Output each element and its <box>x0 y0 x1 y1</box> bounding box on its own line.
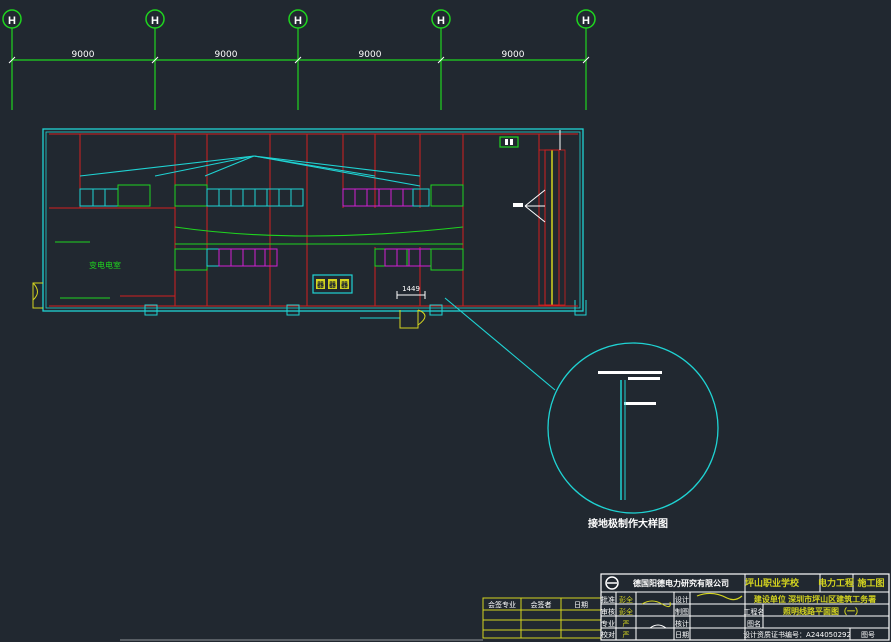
panel-green <box>174 248 208 271</box>
approval-header: 会签专业 <box>488 600 516 609</box>
detail-circle <box>547 342 719 514</box>
axis-label: H <box>437 15 445 27</box>
panel-magenta <box>218 248 278 267</box>
cabinet-label: 器 <box>328 280 337 289</box>
detail-caption: 接地极制作大样图 <box>588 517 668 530</box>
role-label: 专业 <box>601 619 615 628</box>
panel-green <box>374 248 408 267</box>
axis-label: H <box>151 15 159 27</box>
role-label: 批准 <box>601 595 615 604</box>
role-label: 审核 <box>601 607 615 616</box>
lighting-feeders <box>79 155 421 187</box>
dimension-text: 9000 <box>359 50 382 60</box>
signer-name: 严 <box>623 631 630 639</box>
panel-cyan <box>79 188 119 207</box>
cabinet-group: 器 器 器 <box>312 274 353 294</box>
fixture-column <box>499 130 566 306</box>
panel-green <box>430 184 464 207</box>
axis-label: H <box>8 15 16 27</box>
dimension-text: 9000 <box>72 50 95 60</box>
dimension-text: 9000 <box>215 50 238 60</box>
panel-green <box>117 184 151 207</box>
company-name: 德国阳德电力研究有限公司 <box>633 578 729 588</box>
figure-number-label: 图号 <box>861 631 875 639</box>
signature-mark <box>696 592 743 601</box>
approval-header: 会签者 <box>531 600 552 609</box>
cabinet-label: 器 <box>340 280 349 289</box>
dimension-text: 9000 <box>502 50 525 60</box>
cad-drawing-canvas: H H H H H 9000 9000 9000 9000 器 器 器 变电电室… <box>0 0 891 642</box>
signer-name: 彭全 <box>619 607 633 616</box>
discipline: 电力工程 <box>818 577 854 588</box>
design-role: 日期 <box>675 631 689 639</box>
cabinet-label: 器 <box>316 280 325 289</box>
project-label: 工程名 <box>744 607 765 616</box>
design-role: 制图 <box>675 607 689 616</box>
building-outline <box>32 128 587 316</box>
inner-dimension-text: 1449 <box>402 285 420 293</box>
project-name: 建设单位 深圳市坪山区建筑工务署 <box>753 594 876 604</box>
cert-number: 设计资质证书编号：A244050292 <box>743 630 851 639</box>
axis-grid: H H H H H 9000 9000 9000 9000 <box>2 9 596 110</box>
bottom-fixtures <box>144 291 443 329</box>
axis-label: H <box>582 15 590 27</box>
school-name: 坪山职业学校 <box>745 577 800 588</box>
panel-magenta <box>384 248 432 267</box>
design-role: 设计 <box>675 595 689 604</box>
stage: 施工图 <box>857 577 884 588</box>
panel-green <box>174 184 208 207</box>
figure-label: 图名 <box>747 619 761 628</box>
axis-label: H <box>294 15 302 27</box>
signer-name: 严 <box>623 620 630 628</box>
approval-table: 会签专业 会签者 日期 <box>482 597 602 639</box>
panel-green <box>430 248 464 271</box>
floor-plan-drawing: H H H H H 9000 9000 9000 9000 器 器 器 变电电室… <box>2 9 890 641</box>
drawing-name: 照明线路平面图（一） <box>783 606 863 616</box>
role-label: 校对 <box>601 630 615 639</box>
room-label: 变电电室 <box>89 260 121 270</box>
panel-cyan <box>412 188 430 207</box>
design-role: 核计 <box>675 619 689 628</box>
title-block: 德国阳德电力研究有限公司 坪山职业学校 电力工程 施工图 批准 审核 专业 校对… <box>600 573 890 641</box>
approval-header: 日期 <box>574 601 588 609</box>
detail-callout: 接地极制作大样图 <box>444 297 719 530</box>
panel-row-top <box>79 184 464 207</box>
signer-name: 彭全 <box>619 595 633 604</box>
